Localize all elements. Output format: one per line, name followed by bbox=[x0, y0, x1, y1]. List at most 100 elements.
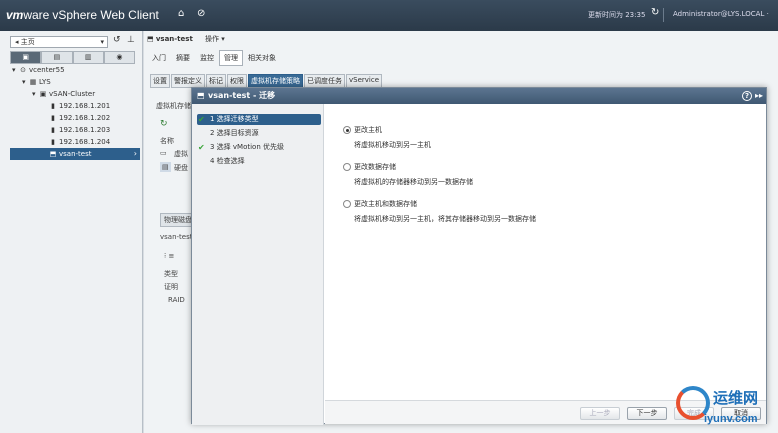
manage-subtab[interactable]: 设置 bbox=[150, 74, 170, 88]
wizard-step-label: 3 选择 vMotion 优先级 bbox=[210, 143, 285, 151]
tree-item[interactable]: ⬒ vsan-test › bbox=[10, 148, 140, 160]
tree-item-label: 192.168.1.203 bbox=[59, 126, 111, 134]
recent-objects-icon[interactable]: ⊘ bbox=[197, 8, 205, 19]
migrate-dialog: ⬒ vsan-test - 迁移 ? ▸▸ ✔ 1 选择迁移类型 2 选择目标资源 ✔… bbox=[191, 87, 767, 425]
inventory-icon: ▣ bbox=[39, 90, 47, 98]
option-description: 将虚拟机移动到另一主机，将其存储器移动到另一数据存储 bbox=[354, 215, 536, 223]
user-menu[interactable]: Administrator@LYS.LOCAL · bbox=[673, 10, 769, 18]
wizard-step-label: 4 检查选择 bbox=[210, 157, 245, 165]
expand-arrow-icon[interactable]: ▾ bbox=[22, 76, 29, 88]
tree-item-label: 192.168.1.202 bbox=[59, 114, 111, 122]
watermark: 运维网 iyunv.com bbox=[676, 383, 776, 433]
inventory-icon: ⊙ bbox=[20, 66, 26, 74]
product-name: vSphere Web Client bbox=[52, 8, 159, 22]
object-tabs: 入门 摘要 监控 管理 相关对象 bbox=[147, 50, 281, 66]
option-label: 更改数据存储 bbox=[354, 163, 396, 171]
tree-item[interactable]: ▾ ▣ vSAN-Cluster bbox=[10, 88, 140, 100]
wizard-step[interactable]: ✔ 1 选择迁移类型 bbox=[197, 114, 321, 125]
watermark-text: 运维网 bbox=[713, 389, 759, 407]
expand-arrow-icon[interactable]: ▾ bbox=[12, 64, 19, 76]
tab-vms-templates[interactable]: ▤ bbox=[41, 51, 73, 64]
radio-button[interactable] bbox=[343, 126, 351, 134]
back-button[interactable]: 上一步 bbox=[580, 407, 620, 420]
tree-item[interactable]: ▾ ⊙ vcenter55 bbox=[10, 64, 140, 76]
home-icon[interactable]: ⌂ bbox=[178, 8, 184, 19]
tree-item[interactable]: ▮ 192.168.1.201 bbox=[10, 100, 140, 112]
divider bbox=[663, 8, 664, 22]
tab-storage[interactable]: ▥ bbox=[72, 51, 104, 64]
tree-item[interactable]: ▾ ▦ LYS bbox=[10, 76, 140, 88]
object-name: vsan-test bbox=[155, 35, 193, 43]
refresh-icon[interactable]: ↻ bbox=[651, 7, 659, 18]
manage-subtab[interactable]: 虚拟机存储策略 bbox=[248, 74, 303, 88]
navigator-tabs: ▣ ▤ ▥ ◉ bbox=[10, 51, 135, 64]
inventory-icon: ▮ bbox=[51, 102, 55, 110]
wizard-step[interactable]: 4 检查选择 bbox=[197, 156, 321, 167]
actions-menu[interactable]: 操作 ▾ bbox=[205, 35, 225, 43]
vmware-logo: vmware vSphere Web Client bbox=[6, 8, 159, 22]
wizard-step[interactable]: ✔ 3 选择 vMotion 优先级 bbox=[197, 142, 321, 153]
help-icon[interactable]: ? bbox=[742, 91, 752, 101]
navigator-home-button[interactable]: ◂ 主页 ▾ bbox=[10, 36, 108, 48]
option-label: 更改主机 bbox=[354, 126, 382, 134]
wizard-step-label: 1 选择迁移类型 bbox=[210, 115, 259, 123]
next-button[interactable]: 下一步 bbox=[627, 407, 667, 420]
tree-item-label: 192.168.1.201 bbox=[59, 102, 111, 110]
object-tab[interactable]: 相关对象 bbox=[243, 50, 281, 66]
manage-subtab[interactable]: 权限 bbox=[227, 74, 247, 88]
object-header: ⬒ vsan-test 操作 ▾ bbox=[147, 33, 225, 46]
manage-subtab[interactable]: 标记 bbox=[206, 74, 226, 88]
inventory-icon: ▮ bbox=[51, 138, 55, 146]
raid-label: RAID bbox=[168, 296, 185, 304]
list-item[interactable]: 虚拟 bbox=[174, 149, 188, 159]
vm-icon: ⬒ bbox=[49, 150, 57, 158]
folder-icon: ▭ bbox=[160, 149, 167, 157]
radio-button[interactable] bbox=[343, 163, 351, 171]
object-tab[interactable]: 摘要 bbox=[171, 50, 195, 66]
watermark-url: iyunv.com bbox=[704, 413, 758, 425]
tree-item-label: vsan-test bbox=[59, 150, 92, 158]
vm-icon: ⬒ bbox=[147, 35, 156, 43]
wizard-content: 更改主机 将虚拟机移动到另一主机 更改数据存储 将虚拟机的存储器移动到另一数据存储 更改… bbox=[325, 104, 766, 400]
inventory-icon: ▦ bbox=[29, 78, 37, 86]
refresh-small-icon[interactable]: ↻ bbox=[160, 119, 168, 129]
tree-item[interactable]: ▮ 192.168.1.202 bbox=[10, 112, 140, 124]
vm-storage-label: 虚拟机存储 bbox=[156, 102, 191, 110]
chevron-down-icon: ▾ bbox=[100, 38, 104, 46]
tree-item-label: vSAN-Cluster bbox=[49, 90, 96, 98]
manage-subtab[interactable]: vService bbox=[346, 74, 383, 88]
list-item[interactable]: 硬盘 bbox=[174, 163, 188, 173]
radio-button[interactable] bbox=[343, 200, 351, 208]
option-description: 将虚拟机移动到另一主机 bbox=[354, 141, 431, 149]
expand-arrow-icon[interactable]: ▾ bbox=[32, 88, 39, 100]
tree-item-label: vcenter55 bbox=[29, 66, 65, 74]
tab-networking[interactable]: ◉ bbox=[103, 51, 135, 64]
tree-item[interactable]: ▮ 192.168.1.204 bbox=[10, 136, 140, 148]
type-column-header: 类型 bbox=[164, 270, 178, 278]
update-time: 更新时间为 23:35 bbox=[588, 11, 646, 19]
checkmark-icon: ✔ bbox=[198, 143, 205, 152]
top-bar: vmware vSphere Web Client ⌂ ⊘ 更新时间为 23:35… bbox=[0, 0, 778, 31]
expand-icon[interactable]: ▸▸ bbox=[755, 88, 763, 104]
wizard-step-label: 2 选择目标资源 bbox=[210, 129, 259, 137]
tree-item[interactable]: ▮ 192.168.1.203 bbox=[10, 124, 140, 136]
proof-label: 证明 bbox=[164, 283, 178, 291]
manage-subtabs: 设置 警报定义 标记 权限 虚拟机存储策略 已调度任务 vService bbox=[150, 74, 383, 88]
tab-hosts-clusters[interactable]: ▣ bbox=[10, 51, 42, 64]
name-column-header: 名称 bbox=[160, 137, 174, 145]
manage-subtab[interactable]: 已调度任务 bbox=[304, 74, 345, 88]
pin-icon[interactable]: ⊥ bbox=[127, 35, 135, 45]
vsan-test-label: vsan-test bbox=[160, 233, 193, 241]
navigator-panel: ◂ 主页 ▾ ↺ ⊥ ▣ ▤ ▥ ◉ ▾ ⊙ vcenter55 ▾ ▦ LYS ▾ ▣ vSA… bbox=[0, 31, 143, 433]
disk-icon: ▤ bbox=[160, 162, 171, 172]
object-tab[interactable]: 入门 bbox=[147, 50, 171, 66]
inventory-icon: ▮ bbox=[51, 126, 55, 134]
object-tab[interactable]: 管理 bbox=[219, 50, 243, 66]
wizard-step[interactable]: 2 选择目标资源 bbox=[197, 128, 321, 139]
manage-subtab[interactable]: 警报定义 bbox=[171, 74, 205, 88]
list-view-icon[interactable]: ⁝ ≡ bbox=[164, 252, 174, 260]
checkmark-icon: ✔ bbox=[198, 115, 205, 124]
object-tab[interactable]: 监控 bbox=[195, 50, 219, 66]
tree-item-label: 192.168.1.204 bbox=[59, 138, 111, 146]
history-icon[interactable]: ↺ bbox=[113, 35, 121, 45]
